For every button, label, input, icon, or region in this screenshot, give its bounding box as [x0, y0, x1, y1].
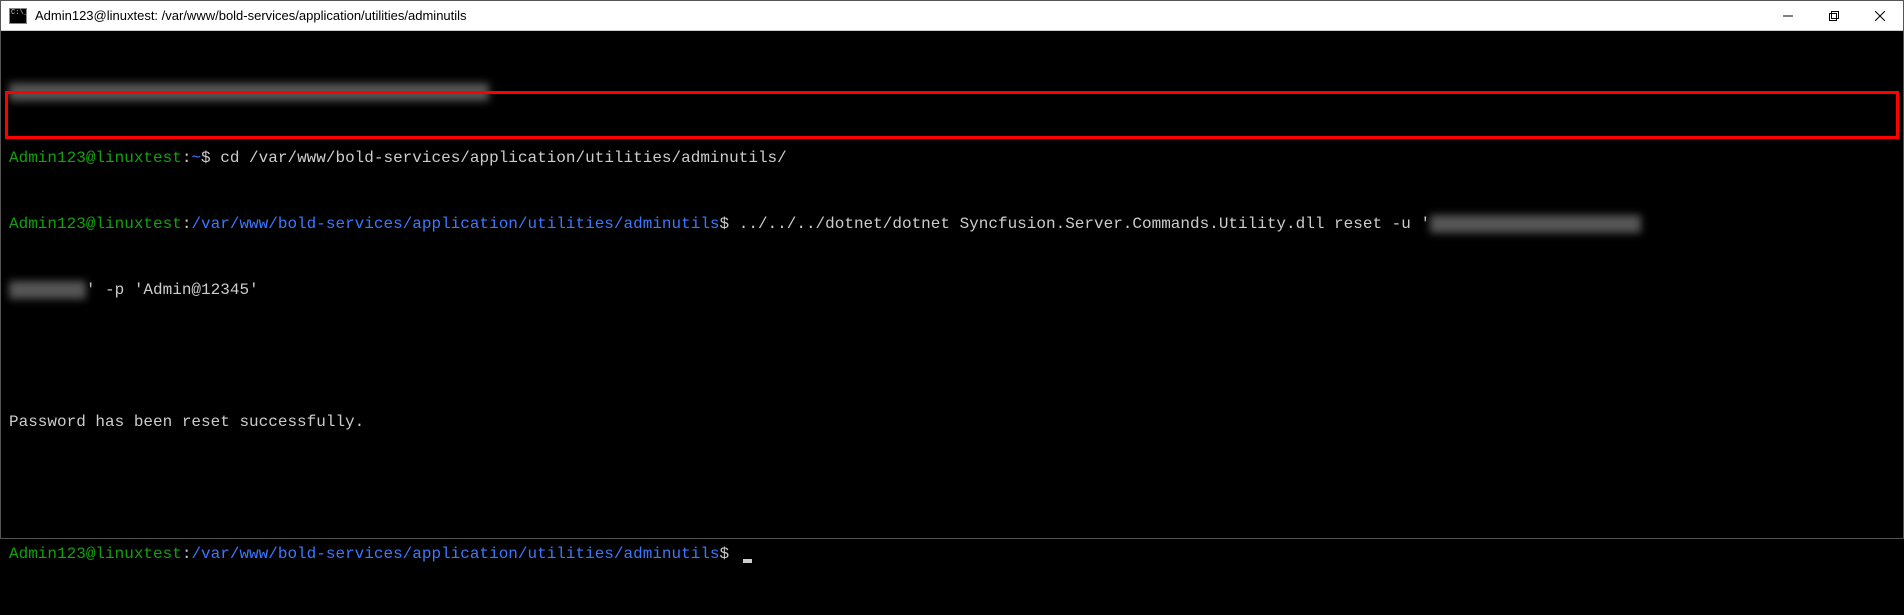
terminal-line-censored: ████████████████████ ███████████████████…	[9, 81, 1895, 103]
window-titlebar: Admin123@linuxtest: /var/www/bold-servic…	[1, 1, 1903, 31]
prompt-userhost: Admin123@linuxtest	[9, 149, 182, 167]
output-text: Password has been reset successfully.	[9, 413, 364, 431]
censored-text: ████████	[9, 281, 86, 299]
command-text: cd /var/www/bold-services/application/ut…	[220, 149, 787, 167]
censored-text: ████████████████████ ███████████████████…	[9, 83, 489, 101]
censored-text: ██████████████████████	[1430, 215, 1641, 233]
prompt-path: /var/www/bold-services/application/utili…	[191, 215, 719, 233]
terminal-line: Admin123@linuxtest:~$ cd /var/www/bold-s…	[9, 147, 1895, 169]
window-title: Admin123@linuxtest: /var/www/bold-servic…	[35, 8, 1765, 23]
cursor	[743, 559, 752, 563]
terminal-blank-line	[9, 345, 1895, 367]
terminal-line-prompt: Admin123@linuxtest:/var/www/bold-service…	[9, 543, 1895, 565]
terminal-output[interactable]: ████████████████████ ███████████████████…	[1, 31, 1903, 615]
maximize-button[interactable]	[1811, 1, 1857, 30]
prompt-dollar: $	[720, 545, 739, 563]
terminal-line-highlighted-cont: ████████' -p 'Admin@12345'	[9, 279, 1895, 301]
terminal-icon	[9, 8, 27, 24]
window-controls	[1765, 1, 1903, 30]
prompt-colon: :	[182, 545, 192, 563]
prompt-path: /var/www/bold-services/application/utili…	[191, 545, 719, 563]
terminal-line-highlighted: Admin123@linuxtest:/var/www/bold-service…	[9, 213, 1895, 235]
prompt-colon: :	[182, 149, 192, 167]
prompt-dollar: $	[201, 149, 220, 167]
terminal-line-output: Password has been reset successfully.	[9, 411, 1895, 433]
prompt-userhost: Admin123@linuxtest	[9, 545, 182, 563]
command-text: ' -p 'Admin@12345'	[86, 281, 259, 299]
minimize-button[interactable]	[1765, 1, 1811, 30]
terminal-blank-line	[9, 477, 1895, 499]
prompt-colon: :	[182, 215, 192, 233]
prompt-dollar: $	[720, 215, 739, 233]
prompt-path: ~	[191, 149, 201, 167]
close-button[interactable]	[1857, 1, 1903, 30]
prompt-userhost: Admin123@linuxtest	[9, 215, 182, 233]
command-text: ../../../dotnet/dotnet Syncfusion.Server…	[739, 215, 1430, 233]
